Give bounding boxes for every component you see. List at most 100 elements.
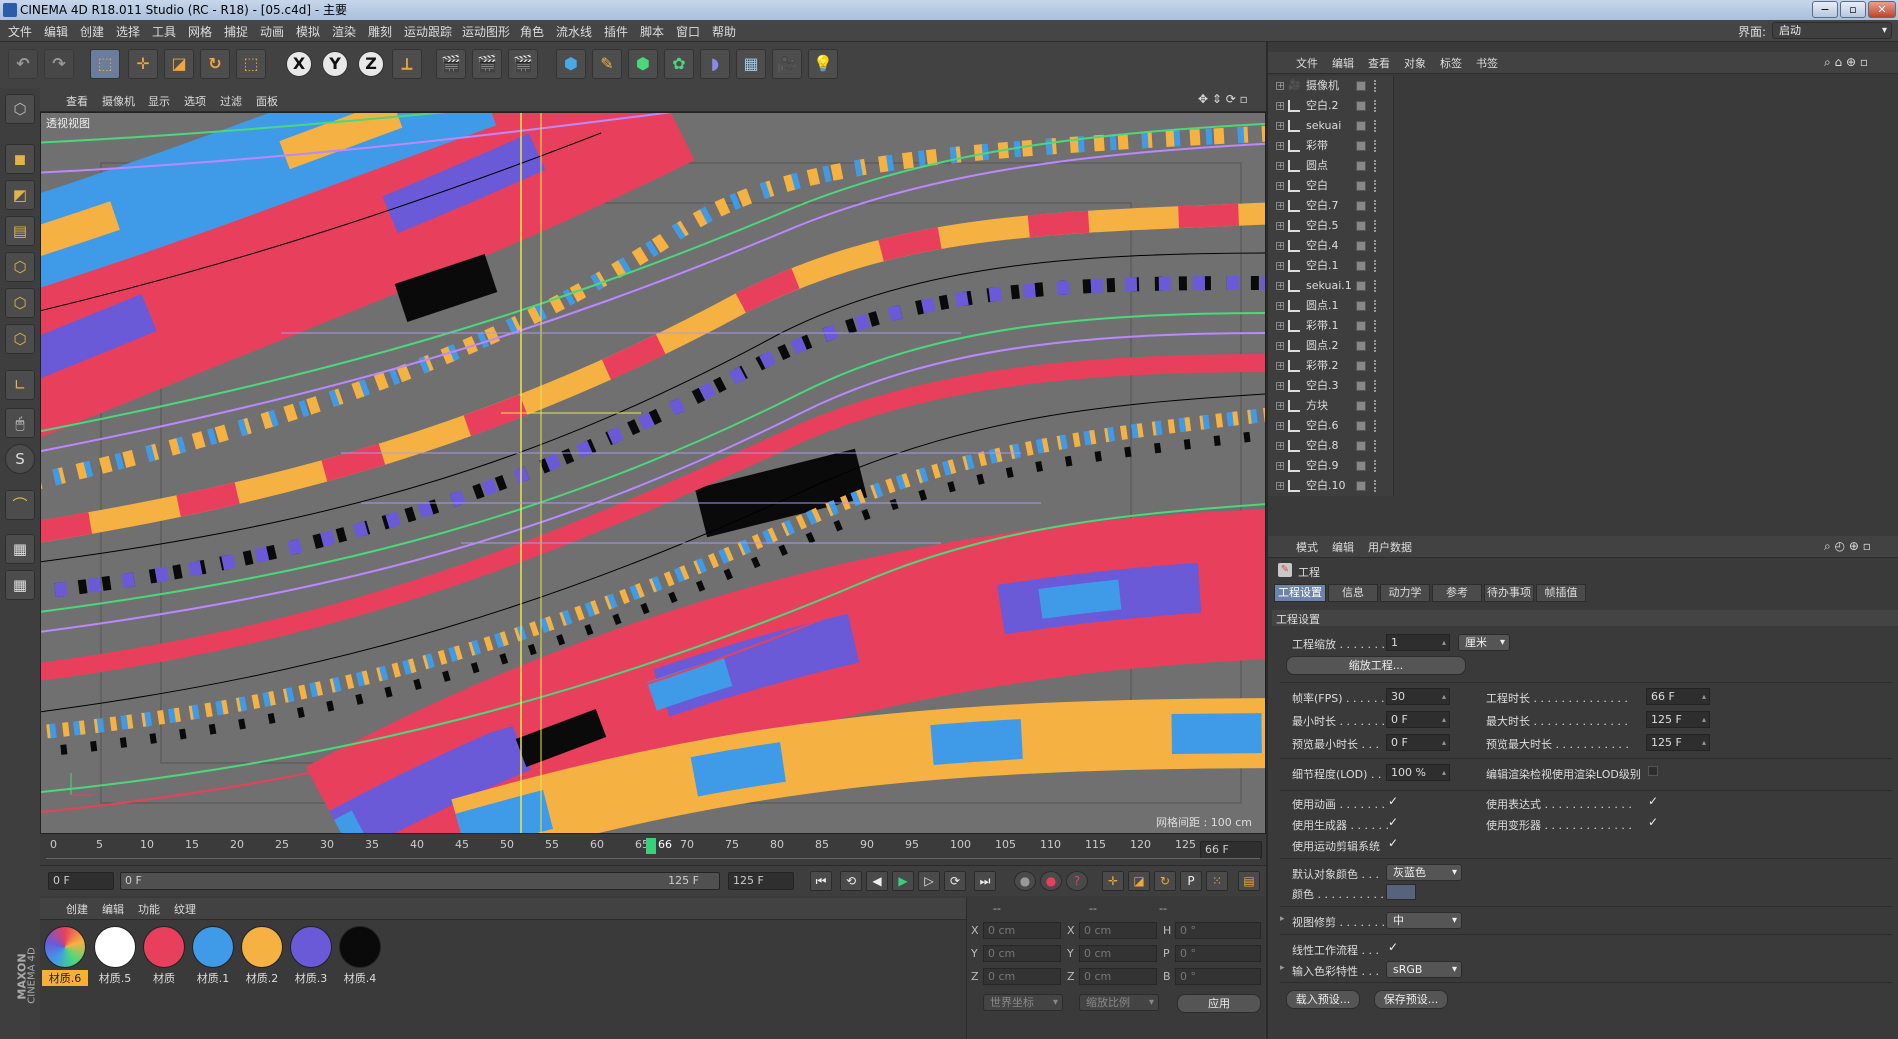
- render-dots[interactable]: [1374, 420, 1378, 432]
- render-dots[interactable]: [1374, 280, 1378, 292]
- edges-mode-icon[interactable]: ⬡: [5, 288, 35, 318]
- visibility-toggle[interactable]: [1356, 281, 1366, 291]
- color-profile-dropdown[interactable]: sRGB: [1386, 961, 1462, 978]
- obj-menu-objects[interactable]: 对象: [1404, 55, 1426, 71]
- menu-snap[interactable]: 捕捉: [224, 23, 248, 40]
- use-expressions-checkbox[interactable]: ✓: [1648, 794, 1658, 808]
- unit-dropdown[interactable]: 厘米: [1458, 634, 1510, 651]
- light-icon[interactable]: 💡: [808, 49, 838, 79]
- rotation-p-field[interactable]: 0 °: [1175, 945, 1261, 962]
- maximize-button[interactable]: ▫: [1840, 1, 1866, 18]
- point-level-icon[interactable]: ⁙: [1206, 871, 1228, 891]
- material-swatch[interactable]: 材质.1: [190, 926, 236, 986]
- go-to-start-icon[interactable]: ⏮: [810, 871, 832, 891]
- menu-help[interactable]: 帮助: [712, 23, 736, 40]
- motion-system-checkbox[interactable]: ✓: [1388, 836, 1398, 850]
- visibility-toggle[interactable]: [1356, 361, 1366, 371]
- coordinate-system-icon[interactable]: ⟂: [392, 49, 422, 79]
- color-swatch[interactable]: [1386, 884, 1416, 900]
- menu-select[interactable]: 选择: [116, 23, 140, 40]
- menu-plugins[interactable]: 插件: [604, 23, 628, 40]
- visibility-toggle[interactable]: [1356, 441, 1366, 451]
- next-frame-icon[interactable]: ▷: [918, 871, 940, 891]
- render-settings-icon[interactable]: 🎬: [508, 49, 538, 79]
- mat-menu-function[interactable]: 功能: [138, 901, 160, 917]
- vp-menu-panel[interactable]: 面板: [256, 93, 278, 109]
- expand-icon[interactable]: +: [1276, 302, 1284, 310]
- vp-menu-view[interactable]: 查看: [66, 93, 88, 109]
- load-preset-button[interactable]: 载入预设...: [1286, 990, 1360, 1009]
- expand-icon[interactable]: +: [1276, 382, 1284, 390]
- visibility-toggle[interactable]: [1356, 121, 1366, 131]
- menu-tools[interactable]: 工具: [152, 23, 176, 40]
- visibility-toggle[interactable]: [1356, 221, 1366, 231]
- min-time-field[interactable]: 0 F: [1386, 711, 1450, 728]
- undo-icon[interactable]: ↶: [8, 49, 38, 79]
- render-dots[interactable]: [1374, 260, 1378, 272]
- enable-snap-icon[interactable]: ⌒: [5, 490, 35, 520]
- vp-menu-display[interactable]: 显示: [148, 93, 170, 109]
- save-preset-button[interactable]: 保存预设...: [1374, 990, 1448, 1009]
- expand-icon[interactable]: +: [1276, 202, 1284, 210]
- menu-sculpt[interactable]: 雕刻: [368, 23, 392, 40]
- view-clipping-dropdown[interactable]: 中: [1386, 912, 1462, 929]
- visibility-toggle[interactable]: [1356, 321, 1366, 331]
- material-swatch[interactable]: 材质.4: [337, 926, 383, 986]
- material-swatch[interactable]: 材质.2: [239, 926, 285, 986]
- obj-menu-bookmarks[interactable]: 书签: [1476, 55, 1498, 71]
- render-dots[interactable]: [1374, 180, 1378, 192]
- menu-simulate[interactable]: 模拟: [296, 23, 320, 40]
- redo-icon[interactable]: ↷: [44, 49, 74, 79]
- pen-spline-icon[interactable]: ✎: [592, 49, 622, 79]
- tab-info[interactable]: 信息: [1328, 584, 1378, 602]
- position-y-field[interactable]: 0 cm: [983, 945, 1061, 962]
- menu-edit[interactable]: 编辑: [44, 23, 68, 40]
- locked-workplane-icon[interactable]: ▦: [5, 570, 35, 600]
- fps-field[interactable]: 30: [1386, 688, 1450, 705]
- play-icon[interactable]: ▶: [892, 871, 914, 891]
- render-dots[interactable]: [1374, 440, 1378, 452]
- visibility-toggle[interactable]: [1356, 201, 1366, 211]
- size-mode-dropdown[interactable]: 缩放比例: [1079, 994, 1159, 1011]
- minimize-button[interactable]: −: [1812, 1, 1838, 18]
- render-lod-checkbox[interactable]: [1648, 766, 1658, 776]
- position-key-icon[interactable]: ✛: [1102, 871, 1124, 891]
- object-manager-nav-icons[interactable]: ⌕ ⌂ ⊕ ▫: [1824, 55, 1868, 70]
- rotation-key-icon[interactable]: ↻: [1154, 871, 1176, 891]
- camera-icon[interactable]: 🎥: [772, 49, 802, 79]
- y-axis-lock-button[interactable]: Y: [322, 51, 348, 77]
- vp-menu-cameras[interactable]: 摄像机: [102, 93, 135, 109]
- autokey-icon[interactable]: ●: [1040, 871, 1062, 891]
- attr-menu-edit[interactable]: 编辑: [1332, 539, 1354, 555]
- menu-character[interactable]: 角色: [520, 23, 544, 40]
- render-dots[interactable]: [1374, 140, 1378, 152]
- render-dots[interactable]: [1374, 80, 1378, 92]
- vp-menu-filter[interactable]: 过滤: [220, 93, 242, 109]
- render-dots[interactable]: [1374, 340, 1378, 352]
- timeline-icon[interactable]: ▤: [1238, 871, 1260, 891]
- render-dots[interactable]: [1374, 360, 1378, 372]
- render-dots[interactable]: [1374, 120, 1378, 132]
- cube-primitive-icon[interactable]: ⬢: [556, 49, 586, 79]
- tab-referencing[interactable]: 参考: [1432, 584, 1482, 602]
- deformer-icon[interactable]: ◗: [700, 49, 730, 79]
- close-button[interactable]: ✕: [1868, 1, 1896, 18]
- preview-max-field[interactable]: 125 F: [1646, 734, 1710, 751]
- lod-field[interactable]: 100 %: [1386, 764, 1450, 781]
- material-swatch[interactable]: 材质: [141, 926, 187, 986]
- previous-key-icon[interactable]: ⟲: [840, 871, 862, 891]
- tab-key-interpolation[interactable]: 帧插值: [1536, 584, 1586, 602]
- obj-menu-file[interactable]: 文件: [1296, 55, 1318, 71]
- attr-menu-userdata[interactable]: 用户数据: [1368, 539, 1412, 555]
- visibility-toggle[interactable]: [1356, 341, 1366, 351]
- visibility-toggle[interactable]: [1356, 481, 1366, 491]
- parameter-key-icon[interactable]: P: [1180, 871, 1202, 891]
- render-dots[interactable]: [1374, 220, 1378, 232]
- range-slider[interactable]: 0 F 125 F: [120, 872, 720, 890]
- layout-dropdown[interactable]: 启动: [1772, 22, 1892, 39]
- expand-arrow-icon[interactable]: ▸: [1280, 914, 1285, 924]
- render-view-icon[interactable]: 🎬: [436, 49, 466, 79]
- texture-mode-icon[interactable]: ◩: [5, 180, 35, 210]
- attr-menu-mode[interactable]: 模式: [1296, 539, 1318, 555]
- visibility-toggle[interactable]: [1356, 241, 1366, 251]
